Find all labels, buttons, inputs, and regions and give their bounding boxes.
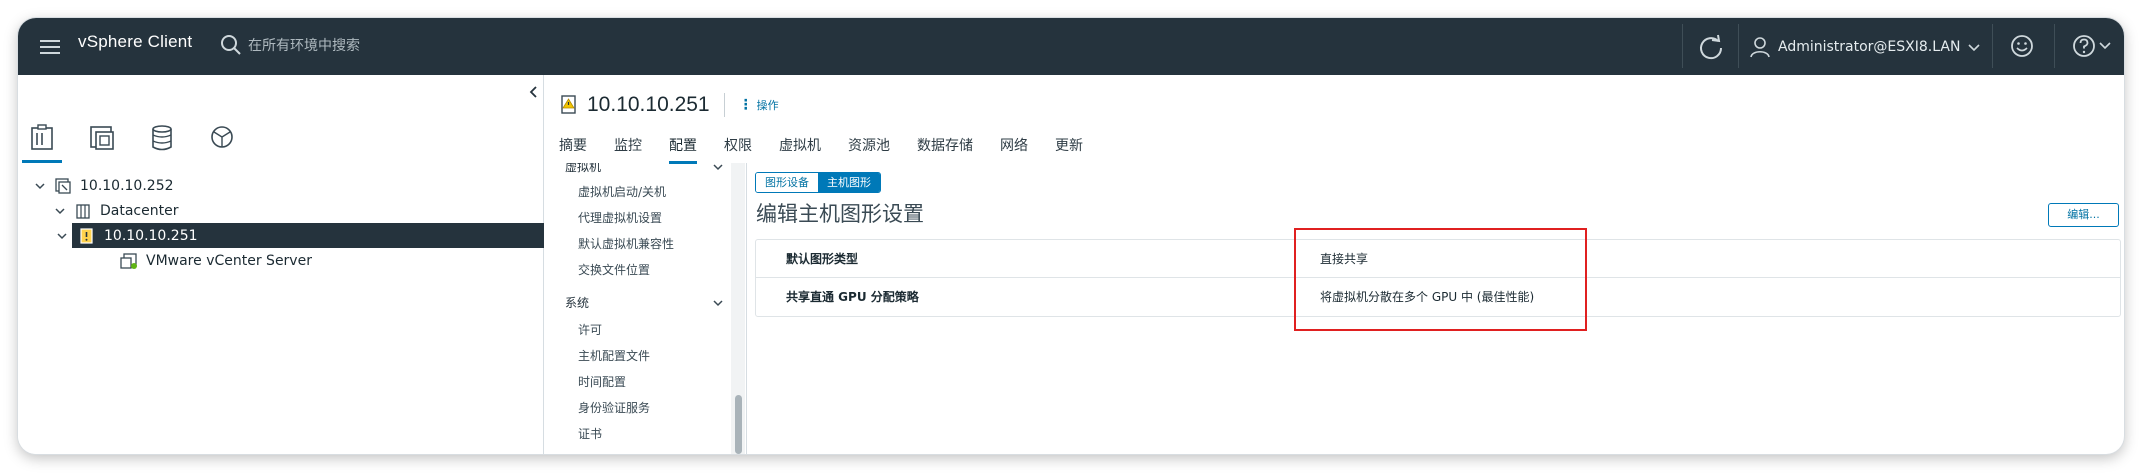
property-row: 默认图形类型 直接共享 (756, 240, 2120, 277)
header-divider (1682, 24, 1683, 68)
chevron-down-icon (1968, 44, 1980, 52)
refresh-button[interactable] (1696, 32, 1726, 62)
property-row: 共享直通 GPU 分配策略 将虚拟机分散在多个 GPU 中 (最佳性能) (756, 277, 2120, 314)
search-icon (221, 35, 241, 55)
edit-button[interactable]: 编辑... (2048, 203, 2119, 227)
collapse-panel-button[interactable] (526, 83, 542, 101)
tab-configure[interactable]: 配置 (669, 135, 697, 164)
feedback-button[interactable] (2008, 32, 2036, 60)
settings-nav: 虚拟机 虚拟机启动/关机 代理虚拟机设置 默认虚拟机兼容性 交换文件位置 系统 … (553, 163, 731, 454)
tree-node-label: 10.10.10.252 (80, 177, 174, 194)
object-tabs: 摘要 监控 配置 权限 虚拟机 资源池 数据存储 网络 更新 (559, 135, 1110, 164)
header-divider (1992, 24, 1993, 68)
section-label: 系统 (565, 296, 590, 310)
actions-label: 操作 (756, 99, 779, 112)
tree-node-label: Datacenter (100, 202, 179, 219)
settings-nav-scrollbar[interactable] (731, 163, 745, 454)
tab-resource-pools[interactable]: 资源池 (848, 135, 890, 164)
header-divider (1738, 24, 1739, 68)
user-name: Administrator@ESXI8.LAN (1778, 39, 1961, 55)
hosts-clusters-icon (31, 124, 53, 150)
actions-menu-button[interactable]: ⋮ 操作 (739, 97, 779, 113)
help-menu[interactable] (2070, 32, 2116, 60)
tree-node-label: 10.10.10.251 (104, 227, 198, 244)
hosts-clusters-tab[interactable] (22, 123, 62, 163)
vms-templates-icon (90, 126, 114, 150)
main-content: 10.10.10.251 ⋮ 操作 摘要 监控 配置 权限 虚拟机 资源池 数据… (545, 75, 2124, 454)
top-header: vSphere Client Administrator@ESXI8.LAN (18, 18, 2124, 75)
nav-host-profile[interactable]: 主机配置文件 (578, 347, 650, 364)
header-divider (2054, 24, 2055, 68)
graphics-content: 图形设备 主机图形 编辑主机图形设置 编辑... 默认图形类型 直接共享 共享直… (746, 163, 2124, 454)
section-label: 虚拟机 (565, 163, 602, 174)
host-warning-icon (80, 227, 93, 244)
tab-updates[interactable]: 更新 (1055, 135, 1083, 164)
help-icon (2073, 35, 2111, 57)
page-title: 10.10.10.251 (587, 93, 710, 116)
tree-node-vcenter[interactable]: 10.10.10.252 (32, 173, 532, 198)
host-warning-icon (561, 95, 576, 114)
property-name: 默认图形类型 (786, 252, 859, 266)
nav-certificate[interactable]: 证书 (578, 425, 602, 442)
vcenter-icon (55, 177, 71, 194)
storage-tab[interactable] (146, 123, 178, 153)
vm-icon (120, 252, 137, 269)
chevron-down-icon (713, 163, 723, 170)
app-title: vSphere Client (78, 32, 193, 51)
nav-time-config[interactable]: 时间配置 (578, 373, 626, 390)
chevron-left-icon (529, 86, 537, 98)
properties-table: 默认图形类型 直接共享 共享直通 GPU 分配策略 将虚拟机分散在多个 GPU … (755, 239, 2121, 317)
section-system[interactable]: 系统 (565, 294, 725, 311)
title-divider (723, 93, 725, 117)
chevron-down-icon (713, 299, 723, 306)
tab-monitor[interactable]: 监控 (614, 135, 642, 164)
inventory-view-switcher (22, 115, 544, 165)
nav-agent-vm[interactable]: 代理虚拟机设置 (578, 209, 662, 226)
tree-node-host[interactable]: 10.10.10.251 (18, 223, 544, 248)
property-name: 共享直通 GPU 分配策略 (786, 290, 919, 304)
nav-licensing[interactable]: 许可 (578, 321, 602, 338)
section-vm[interactable]: 虚拟机 (565, 163, 725, 175)
nav-swap-location[interactable]: 交换文件位置 (578, 261, 650, 278)
vms-templates-tab[interactable] (86, 123, 118, 153)
networking-icon (211, 126, 233, 148)
smiley-icon (2011, 35, 2033, 57)
user-icon (1750, 37, 1770, 58)
nav-auth-services[interactable]: 身份验证服务 (578, 399, 650, 416)
nav-vm-startup[interactable]: 虚拟机启动/关机 (578, 183, 666, 200)
global-search[interactable] (220, 30, 580, 62)
menu-icon[interactable] (38, 34, 64, 60)
tree-node-datacenter[interactable]: Datacenter (52, 198, 532, 223)
property-value: 直接共享 (1320, 252, 1369, 266)
tab-datastores[interactable]: 数据存储 (917, 135, 973, 164)
segment-graphics-devices[interactable]: 图形设备 (756, 173, 818, 192)
inventory-panel: 10.10.10.252 Datacenter 10.10.10.251 VMw… (18, 75, 544, 454)
networking-tab[interactable] (206, 123, 238, 153)
storage-icon (152, 125, 172, 151)
tree-node-label: VMware vCenter Server (146, 252, 312, 269)
tab-vms[interactable]: 虚拟机 (779, 135, 821, 164)
more-vertical-icon: ⋮ (738, 97, 753, 113)
chevron-down-icon[interactable] (32, 178, 48, 194)
segment-host-graphics[interactable]: 主机图形 (818, 173, 880, 192)
tab-networks[interactable]: 网络 (1000, 135, 1028, 164)
property-value: 将虚拟机分散在多个 GPU 中 (最佳性能) (1320, 290, 1535, 304)
chevron-down-icon[interactable] (52, 203, 68, 219)
section-title: 编辑主机图形设置 (756, 202, 924, 226)
object-header: 10.10.10.251 ⋮ 操作 (559, 89, 779, 121)
refresh-icon (1700, 34, 1723, 60)
search-input[interactable] (248, 34, 568, 58)
tree-node-vm[interactable]: VMware vCenter Server (120, 248, 540, 273)
chevron-down-icon[interactable] (54, 228, 70, 244)
scrollbar-thumb[interactable] (735, 395, 742, 454)
datacenter-icon (76, 203, 90, 219)
app-window: vSphere Client Administrator@ESXI8.LAN (18, 18, 2124, 454)
nav-vm-compat[interactable]: 默认虚拟机兼容性 (578, 235, 674, 252)
tab-summary[interactable]: 摘要 (559, 135, 587, 164)
user-menu[interactable]: Administrator@ESXI8.LAN (1750, 32, 1982, 62)
tab-permissions[interactable]: 权限 (724, 135, 752, 164)
graphics-segment-control: 图形设备 主机图形 (755, 172, 881, 193)
